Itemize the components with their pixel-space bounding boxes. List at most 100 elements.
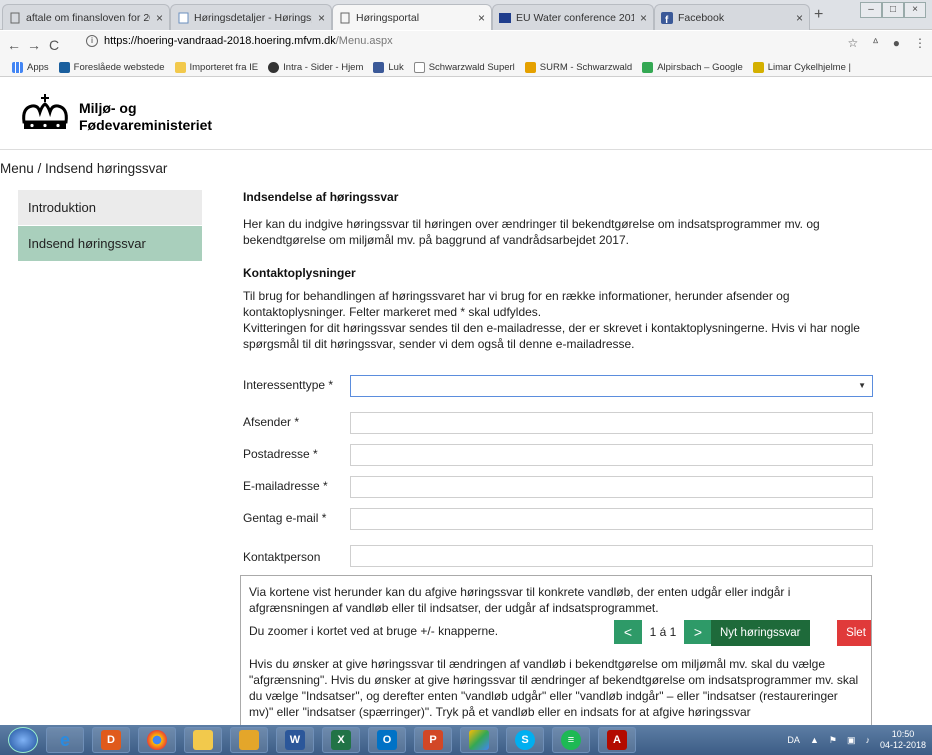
taskbar-skype[interactable]: S [506,727,544,753]
reload-icon[interactable]: C [44,37,64,53]
profile-icon[interactable]: ● [893,36,900,50]
contact-form: Interessenttype * ▼ Afsender * Postadres… [243,375,883,577]
tab-eu-water[interactable]: EU Water conference 2018 |× [492,4,654,30]
menu-icon[interactable]: ⋮ [914,36,926,50]
taskbar-spotify[interactable]: ≡ [552,727,590,753]
limar-icon [752,62,764,73]
taskbar-word[interactable]: W [276,727,314,753]
breadcrumb: Menu / Indsend høringssvar [0,161,168,176]
receipt-text: Kvitteringen for dit høringssvar sendes … [243,321,860,351]
new-response-button[interactable]: Nyt høringssvar [711,620,810,646]
info-icon[interactable]: i [86,35,98,47]
start-button[interactable] [8,727,38,753]
taskbar-chrome[interactable] [138,727,176,753]
facebook-icon [373,62,385,73]
bookmark-foreslaaede[interactable]: Foreslåede webstede [58,62,165,73]
clock[interactable]: 10:50 04-12-2018 [880,729,926,751]
taskbar-excel[interactable]: X [322,727,360,753]
network-icon[interactable]: ▣ [847,735,856,746]
crown-logo-icon[interactable] [18,92,72,134]
contact-text: Til brug for behandlingen af høringssvar… [243,289,790,319]
bookmark-importeret[interactable]: Importeret fra IE [174,62,258,73]
back-arrow-icon[interactable]: ← [4,37,24,53]
taskbar-store[interactable] [230,727,268,753]
bookmark-alpirsbach[interactable]: Alpirsbach – Google [642,62,743,73]
tab-facebook[interactable]: f Facebook × [654,4,810,30]
page-title: Indsendelse af høringssvar [243,190,399,204]
bookmark-limar[interactable]: Limar Cykelhjelme | [752,62,851,73]
folder-icon [193,730,213,750]
page-indicator: 1 á 1 [649,625,677,639]
taskbar-explorer[interactable] [184,727,222,753]
tray-arrow-icon[interactable]: ▲ [810,735,819,745]
app-icon: D [101,730,121,750]
close-icon[interactable]: × [640,11,647,25]
ministry-name[interactable]: Miljø- og Fødevareministeriet [79,100,212,134]
postadresse-label: Postadresse * [243,447,318,461]
gentag-email-label: Gentag e-mail * [243,511,327,525]
acrobat-icon: A [607,730,627,750]
close-window-button[interactable]: × [904,2,926,18]
sidebar-item-introduktion[interactable]: Introduktion [18,190,202,226]
taskbar-app[interactable] [460,727,498,753]
star-icon[interactable]: ☆ [847,36,858,50]
bookmark-luk[interactable]: Luk [373,62,404,73]
outlook-icon: O [377,730,397,750]
spotify-icon: ≡ [561,730,581,750]
next-button[interactable]: > [684,620,712,644]
link-icon [268,62,280,73]
taskbar-powerpoint[interactable]: P [414,727,452,753]
powerpoint-icon: P [423,730,443,750]
volume-icon[interactable]: ♪ [865,735,870,745]
address-bar: ← → C i https://hoering-vandraad-2018.ho… [0,31,932,59]
bookmarks-bar: Apps Foreslåede webstede Importeret fra … [0,59,932,77]
surm-icon [524,62,536,73]
minimize-button[interactable]: – [860,2,882,18]
taskbar-outlook[interactable]: O [368,727,406,753]
interessenttype-label: Interessenttype * [243,378,334,392]
tab-horingsportal[interactable]: Høringsportal × [332,4,492,30]
chevron-down-icon: ▼ [858,381,866,390]
forward-arrow-icon[interactable]: → [24,37,44,53]
flag-icon[interactable]: ⚑ [829,735,837,746]
interessenttype-select[interactable]: ▼ [350,375,873,397]
bookmark-apps[interactable]: Apps [12,62,49,73]
gentag-email-field[interactable] [350,508,873,530]
extension-icon[interactable]: ᐞ [872,36,879,50]
kontaktperson-field[interactable] [350,545,873,567]
map-instructions-text: Hvis du ønsker at give høringssvar til æ… [249,657,859,719]
tab-horingsdetaljer[interactable]: Høringsdetaljer - Høringspor× [170,4,332,30]
close-icon[interactable]: × [318,11,325,25]
afsender-label: Afsender * [243,415,300,429]
bookmark-intra[interactable]: Intra - Sider - Hjem [268,62,363,73]
facebook-icon: f [661,11,673,24]
document-icon [413,62,425,73]
language-indicator[interactable]: DA [787,735,800,745]
document-icon [339,12,351,24]
postadresse-field[interactable] [350,444,873,466]
close-icon[interactable]: × [156,11,163,25]
skype-icon: S [515,730,535,750]
bookmark-surm[interactable]: SURM - Schwarzwald [524,62,632,73]
taskbar-orange-app[interactable]: D [92,727,130,753]
taskbar-acrobat[interactable]: A [598,727,636,753]
close-icon[interactable]: × [478,11,485,25]
tab-aftale[interactable]: aftale om finansloven for 201 × [2,4,170,30]
afsender-field[interactable] [350,412,873,434]
delete-button[interactable]: Slet [837,620,871,646]
map-panel: Via kortene vist herunder kan du afgive … [240,575,872,735]
main-content: Indsendelse af høringssvar Her kan du in… [243,190,883,352]
email-field[interactable] [350,476,873,498]
close-icon[interactable]: × [796,11,803,25]
maps-icon [642,62,654,73]
previous-button[interactable]: < [614,620,642,644]
section-heading: Kontaktoplysninger [243,266,356,280]
maximize-button[interactable]: □ [882,2,904,18]
bookmark-schwarzwald[interactable]: Schwarzwald Superl [413,62,515,73]
word-icon: W [285,730,305,750]
taskbar-ie[interactable]: e [46,727,84,753]
url-field[interactable]: i https://hoering-vandraad-2018.hoering.… [86,35,393,47]
window-controls: – □ × [860,2,926,18]
new-tab-button[interactable]: + [814,6,823,24]
sidebar-item-indsend[interactable]: Indsend høringssvar [18,226,202,262]
